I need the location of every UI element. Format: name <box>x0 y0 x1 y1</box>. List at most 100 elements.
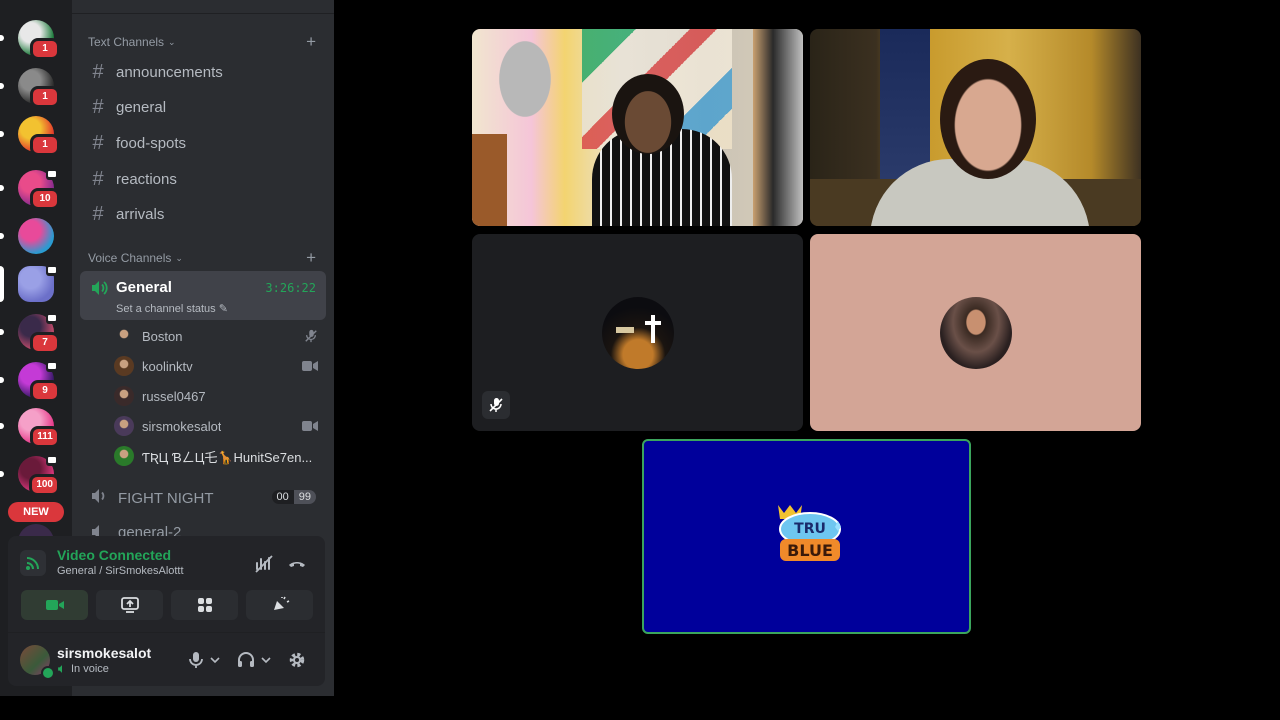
avatar <box>114 386 134 406</box>
headphones-icon <box>238 652 254 667</box>
avatar <box>114 446 134 466</box>
video-icon <box>46 312 58 324</box>
connection-channel[interactable]: General / SirSmokesAlottt <box>57 565 184 577</box>
unread-indicator <box>0 131 4 137</box>
video-tile-boston-camera[interactable] <box>810 29 1141 226</box>
server-icon-s1[interactable]: 1 <box>0 20 60 60</box>
user-count: 00 <box>271 490 294 504</box>
voice-channel-general[interactable]: General 3:26:22 Set a channel status ✎ <box>80 271 326 320</box>
voice-user[interactable]: ƬƦЦ ƁㄥЦ乇🦒HunitSe7en... <box>114 442 326 470</box>
chevron-down-icon <box>261 657 271 664</box>
svg-text:BLUE: BLUE <box>787 541 833 560</box>
speaker-icon <box>92 525 99 536</box>
video-icon <box>302 419 318 437</box>
voice-channel-name: general-2 <box>118 524 182 536</box>
noise-suppression-icon[interactable] <box>254 554 274 579</box>
voice-timer: 3:26:22 <box>265 281 316 295</box>
text-channel-general[interactable]: # general <box>80 92 326 124</box>
add-text-channel-icon[interactable]: + <box>306 33 316 51</box>
voice-channels-category[interactable]: Voice Channels ⌄ <box>88 249 183 267</box>
voice-username: koolinktv <box>142 358 193 374</box>
text-channel-food-spots[interactable]: # food-spots <box>80 127 326 159</box>
avatar <box>939 296 1012 369</box>
video-tile-sirsmokesalot[interactable] <box>810 234 1141 431</box>
new-servers-tag[interactable]: NEW <box>8 502 64 522</box>
speaker-icon <box>90 280 108 301</box>
soundboard-button[interactable] <box>246 590 313 620</box>
server-icon-s10[interactable]: 100 <box>0 454 60 496</box>
person-head <box>940 59 1036 179</box>
category-label: Text Channels <box>88 35 165 49</box>
window-bottom-edge <box>0 696 1280 720</box>
video-tile-trublue-speaking[interactable]: TRU BLUE <box>642 439 971 634</box>
avatar <box>601 296 674 369</box>
hash-icon: # <box>92 131 104 154</box>
channel-name: reactions <box>116 170 177 188</box>
settings-button[interactable] <box>288 651 306 669</box>
activities-button[interactable] <box>171 590 238 620</box>
activities-icon <box>197 598 212 612</box>
unread-indicator <box>0 329 4 335</box>
screen-share-button[interactable] <box>96 590 163 620</box>
chevron-down-icon: ⌄ <box>175 252 183 263</box>
server-icon-s7[interactable]: 7 <box>0 312 60 354</box>
avatar <box>114 416 134 436</box>
voice-user[interactable]: sirsmokesalot <box>114 412 326 440</box>
unread-indicator <box>0 83 4 89</box>
figure-sculptures <box>480 35 570 145</box>
voice-user[interactable]: russel0467 <box>114 382 326 410</box>
soundboard-icon <box>273 596 289 610</box>
add-voice-channel-icon[interactable]: + <box>306 249 316 267</box>
flag <box>880 29 930 179</box>
svg-text:TRU: TRU <box>794 521 826 537</box>
microphone-icon <box>189 652 203 668</box>
camera-button[interactable] <box>21 590 88 620</box>
voice-user[interactable]: Boston <box>114 322 326 350</box>
sidebar-header-edge <box>72 0 334 14</box>
channel-name: arrivals <box>116 206 165 224</box>
text-channel-reactions[interactable]: # reactions <box>80 163 326 195</box>
server-icon-s5[interactable] <box>0 218 54 254</box>
username[interactable]: sirsmokesalot <box>57 645 151 661</box>
text-channels-category[interactable]: Text Channels ⌄ <box>88 33 176 51</box>
voice-username: Boston <box>142 328 183 344</box>
online-status-dot <box>41 666 55 680</box>
voice-user[interactable]: koolinktv <box>114 352 326 380</box>
unread-indicator <box>0 185 4 191</box>
text-channel-announcements[interactable]: # announcements <box>80 56 326 88</box>
signal-icon[interactable] <box>20 550 46 576</box>
disconnect-icon[interactable] <box>287 554 307 579</box>
user-panel: sirsmokesalot In voice <box>8 632 325 686</box>
server-icon-s9[interactable]: 111 <box>0 408 60 448</box>
server-icon-s4[interactable]: 10 <box>0 168 60 210</box>
gear-icon <box>289 652 305 668</box>
cross-icon <box>650 314 655 343</box>
tru-blue-logo: TRU BLUE <box>772 499 844 567</box>
microphone-button[interactable] <box>188 651 220 669</box>
video-tile-russel0467[interactable] <box>472 234 803 431</box>
server-icon-s3[interactable]: 1 <box>0 116 60 156</box>
voice-username: russel0467 <box>142 388 206 404</box>
voice-channel-fight-night[interactable]: FIGHT NIGHT 00 99 <box>80 484 326 512</box>
active-server-indicator <box>0 266 4 302</box>
user-count-badge: 00 99 <box>271 490 316 504</box>
channel-name: food-spots <box>116 134 187 152</box>
mention-badge: 1 <box>30 134 60 156</box>
unread-indicator <box>0 423 4 429</box>
server-icon-s2[interactable]: 1 <box>0 68 60 108</box>
video-icon <box>46 168 58 180</box>
channel-status-link[interactable]: Set a channel status ✎ <box>116 302 228 315</box>
unread-indicator <box>0 35 4 41</box>
speaker-icon <box>58 665 62 673</box>
video-icon <box>302 359 318 377</box>
server-icon-s8[interactable]: 9 <box>0 360 60 402</box>
hash-icon: # <box>92 167 104 190</box>
hash-icon: # <box>92 60 104 83</box>
voice-channel-general-2[interactable]: general-2 <box>90 524 181 536</box>
server-icon-s6[interactable] <box>0 264 58 302</box>
text-channel-arrivals[interactable]: # arrivals <box>80 199 326 231</box>
mic-muted-icon <box>304 329 318 348</box>
category-label: Voice Channels <box>88 251 172 265</box>
headphones-button[interactable] <box>237 651 271 669</box>
video-tile-koolinktv[interactable] <box>472 29 803 226</box>
